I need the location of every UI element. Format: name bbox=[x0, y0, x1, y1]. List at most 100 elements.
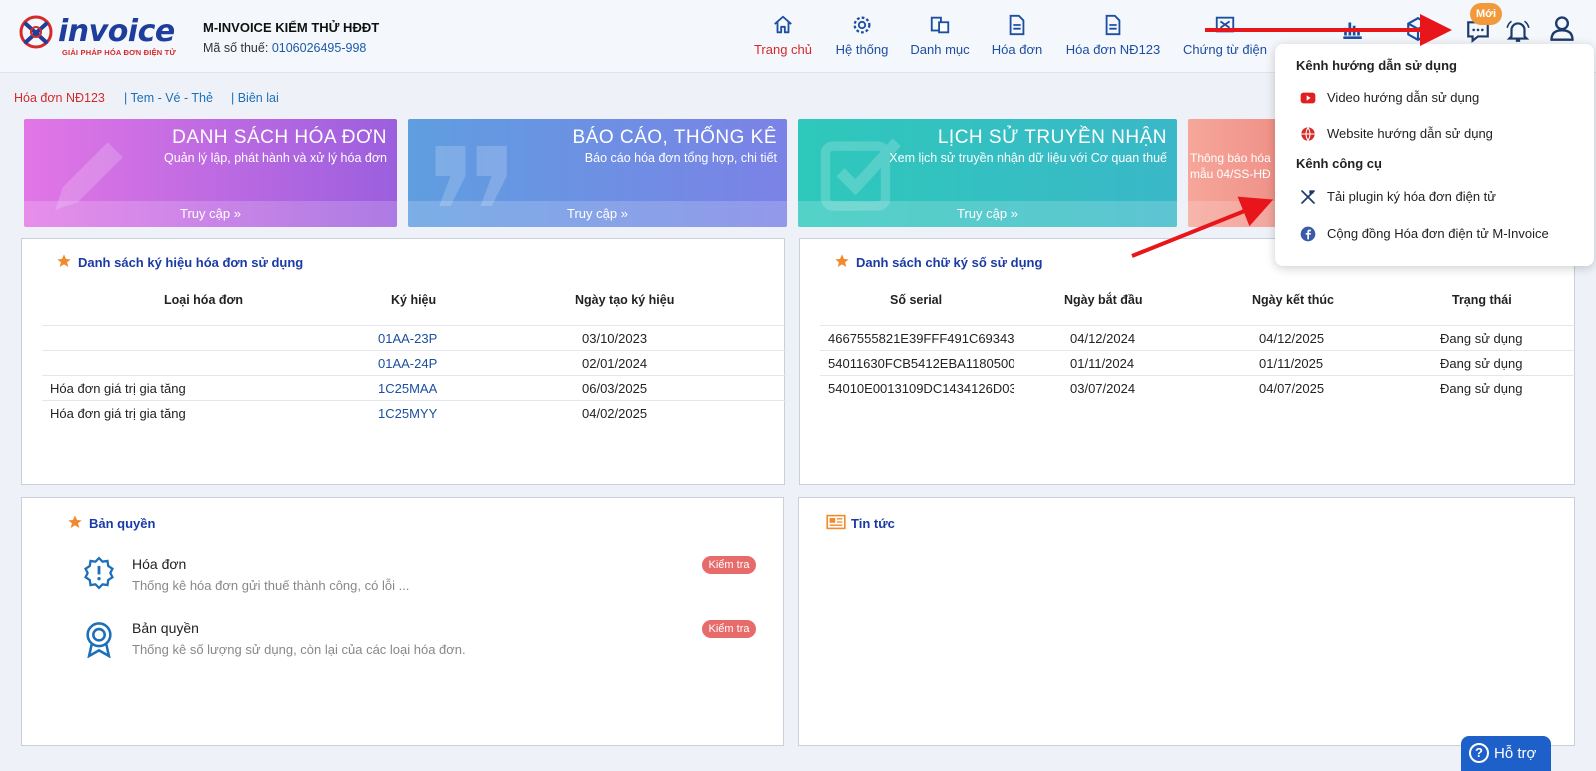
col-invoice-type: Loại hóa đơn bbox=[164, 293, 244, 307]
support-button[interactable]: ? Hỗ trợ bbox=[1461, 736, 1551, 771]
news-panel: Tin tức bbox=[798, 497, 1575, 746]
dropdown-item-website[interactable]: Website hướng dẫn sử dụng bbox=[1300, 124, 1580, 144]
cell-serial: 4667555821E39FFF491C69343 bbox=[828, 331, 1014, 346]
new-badge: Mới bbox=[1470, 3, 1502, 25]
chart-icon[interactable] bbox=[1339, 16, 1365, 42]
tax-code: 0106026495-998 bbox=[271, 41, 367, 55]
col-end-date: Ngày kết thúc bbox=[1252, 293, 1334, 307]
cell-start: 03/07/2024 bbox=[1070, 381, 1136, 396]
dropdown-item-plugin[interactable]: Tải plugin ký hóa đơn điện tử bbox=[1300, 187, 1580, 207]
col-status: Trạng thái bbox=[1452, 293, 1512, 307]
cell-symbol: 1C25MAA bbox=[378, 381, 438, 396]
company-info: M-INVOICE KIỂM THỬ HĐĐT Mã số thuế: 0106… bbox=[203, 20, 379, 55]
banner-subtitle-2: mẫu 04/SS-HĐ bbox=[1190, 167, 1271, 181]
dropdown-section-tools: Kênh công cụ bbox=[1296, 156, 1382, 171]
table-row[interactable]: Hóa đơn giá trị gia tăng 1C25MYY 04/02/2… bbox=[42, 400, 786, 425]
cell-end: 01/11/2025 bbox=[1259, 356, 1324, 371]
nav-system-label: Hệ thống bbox=[835, 42, 889, 57]
nav-voucher[interactable]: Chứng từ điện bbox=[1180, 14, 1270, 64]
banner-subtitle: Quản lý lập, phát hành và xử lý hóa đơn bbox=[164, 151, 387, 165]
nav-home[interactable]: Trang chủ bbox=[753, 14, 813, 64]
bell-icon[interactable] bbox=[1505, 18, 1531, 44]
nav-catalog[interactable]: Danh mục bbox=[910, 14, 970, 64]
cell-serial: 54011630FCB5412EBA1180500 bbox=[828, 356, 1014, 371]
catalog-icon bbox=[930, 16, 950, 34]
document-icon bbox=[1009, 14, 1025, 36]
facebook-icon bbox=[1300, 226, 1316, 242]
sublink-invoice-nd123[interactable]: Hóa đơn NĐ123 bbox=[14, 91, 105, 105]
dropdown-item-community[interactable]: Cộng đồng Hóa đơn điện tử M-Invoice bbox=[1300, 224, 1580, 244]
voucher-icon bbox=[1215, 16, 1235, 33]
banner-report[interactable]: BÁO CÁO, THỐNG KÊ Báo cáo hóa đơn tổng h… bbox=[408, 119, 787, 227]
banner-access-link[interactable]: Truy cập » bbox=[798, 201, 1177, 227]
news-panel-title: Tin tức bbox=[851, 516, 895, 531]
cell-status: Đang sử dụng bbox=[1440, 356, 1523, 371]
table-row[interactable]: Hóa đơn giá trị gia tăng 1C25MAA 06/03/2… bbox=[42, 375, 786, 400]
table-row[interactable]: 01AA-23P 03/10/2023 bbox=[42, 325, 786, 350]
symbols-panel-title: Danh sách ký hiệu hóa đơn sử dụng bbox=[78, 255, 304, 270]
access-label: Truy cập bbox=[957, 206, 1008, 221]
license-item-desc: Thống kê số lượng sử dụng, còn lại của c… bbox=[132, 642, 466, 657]
access-label: Truy cập bbox=[567, 206, 618, 221]
logo-slogan: GIẢI PHÁP HÓA ĐƠN ĐIỆN TỬ bbox=[62, 48, 176, 57]
user-icon[interactable] bbox=[1548, 14, 1576, 42]
col-created-date: Ngày tạo ký hiệu bbox=[575, 293, 675, 307]
table-row[interactable]: 54011630FCB5412EBA1180500 01/11/2024 01/… bbox=[820, 350, 1576, 375]
signatures-panel-title: Danh sách chữ ký số sử dụng bbox=[856, 255, 1043, 270]
star-icon bbox=[835, 254, 849, 267]
logo[interactable]: invoice GIẢI PHÁP HÓA ĐƠN ĐIỆN TỬ bbox=[18, 12, 178, 60]
newspaper-icon bbox=[826, 514, 846, 530]
tools-icon bbox=[1301, 190, 1315, 204]
nav-catalog-label: Danh mục bbox=[910, 42, 970, 57]
box-icon[interactable] bbox=[1405, 16, 1431, 42]
cell-end: 04/07/2025 bbox=[1259, 381, 1325, 396]
document-icon bbox=[1105, 14, 1121, 36]
symbols-panel: Danh sách ký hiệu hóa đơn sử dụng Loại h… bbox=[21, 238, 786, 485]
banner-title: DANH SÁCH HÓA ĐƠN bbox=[172, 127, 387, 148]
dropdown-item-label: Video hướng dẫn sử dụng bbox=[1327, 90, 1480, 105]
cell-start: 04/12/2024 bbox=[1070, 331, 1136, 346]
nav-invoice-nd123[interactable]: Hóa đơn NĐ123 bbox=[1064, 14, 1162, 64]
star-icon bbox=[57, 254, 71, 267]
globe-icon bbox=[1301, 127, 1315, 142]
cell-symbol: 1C25MYY bbox=[378, 406, 438, 421]
support-button-label: Hỗ trợ bbox=[1494, 745, 1537, 762]
banner-history[interactable]: LỊCH SỬ TRUYỀN NHẬN Xem lịch sử truyền n… bbox=[798, 119, 1177, 227]
double-chevron-icon: » bbox=[233, 206, 241, 221]
sublink-stamp[interactable]: | Tem - Vé - Thẻ bbox=[124, 91, 213, 105]
check-button[interactable]: Kiểm tra bbox=[702, 620, 756, 638]
cell-date: 04/02/2025 bbox=[582, 406, 648, 421]
youtube-icon bbox=[1300, 92, 1316, 104]
banner-subtitle: Báo cáo hóa đơn tổng hợp, chi tiết bbox=[584, 151, 777, 165]
cell-serial: 54010E0013109DC1434126D03 bbox=[828, 381, 1014, 396]
license-item-title: Hóa đơn bbox=[132, 556, 187, 572]
banner-notice[interactable]: Thông báo hóa mẫu 04/SS-HĐ bbox=[1188, 119, 1288, 227]
dropdown-item-video[interactable]: Video hướng dẫn sử dụng bbox=[1300, 88, 1580, 108]
nav-system[interactable]: Hệ thống bbox=[835, 14, 889, 64]
cell-type: Hóa đơn giá trị gia tăng bbox=[50, 381, 186, 396]
cell-status: Đang sử dụng bbox=[1440, 331, 1523, 346]
dropdown-item-label: Website hướng dẫn sử dụng bbox=[1327, 126, 1493, 141]
cell-symbol: 01AA-24P bbox=[378, 356, 438, 371]
table-row[interactable]: 54010E0013109DC1434126D03 03/07/2024 04/… bbox=[820, 375, 1576, 400]
home-icon bbox=[774, 15, 792, 34]
award-icon bbox=[86, 622, 112, 658]
banner-access-link[interactable]: Truy cập » bbox=[24, 201, 397, 227]
table-row[interactable]: 4667555821E39FFF491C69343 04/12/2024 04/… bbox=[820, 325, 1576, 350]
table-row[interactable]: 01AA-24P 02/01/2024 bbox=[42, 350, 786, 375]
cell-type: Hóa đơn giá trị gia tăng bbox=[50, 406, 186, 421]
dropdown-item-label: Cộng đồng Hóa đơn điện tử M-Invoice bbox=[1327, 226, 1549, 241]
company-name: M-INVOICE KIỂM THỬ HĐĐT bbox=[203, 20, 380, 35]
alert-badge-icon bbox=[84, 556, 114, 590]
license-item-title: Bản quyền bbox=[132, 620, 199, 636]
license-item-desc: Thống kê hóa đơn gửi thuế thành công, có… bbox=[132, 578, 410, 593]
nav-invoice[interactable]: Hóa đơn bbox=[990, 14, 1044, 64]
banner-subtitle: Xem lịch sử truyền nhận dữ liệu với Cơ q… bbox=[889, 151, 1167, 165]
check-button[interactable]: Kiểm tra bbox=[702, 556, 756, 574]
banner-access-link[interactable]: Truy cập » bbox=[408, 201, 787, 227]
cell-status: Đang sử dụng bbox=[1440, 381, 1523, 396]
sublink-receipt[interactable]: | Biên lai bbox=[231, 91, 279, 105]
banner-invoice-list[interactable]: DANH SÁCH HÓA ĐƠN Quản lý lập, phát hành… bbox=[24, 119, 397, 227]
tax-label: Mã số thuế: bbox=[203, 41, 269, 55]
dropdown-section-guide: Kênh hướng dẫn sử dụng bbox=[1296, 58, 1457, 73]
